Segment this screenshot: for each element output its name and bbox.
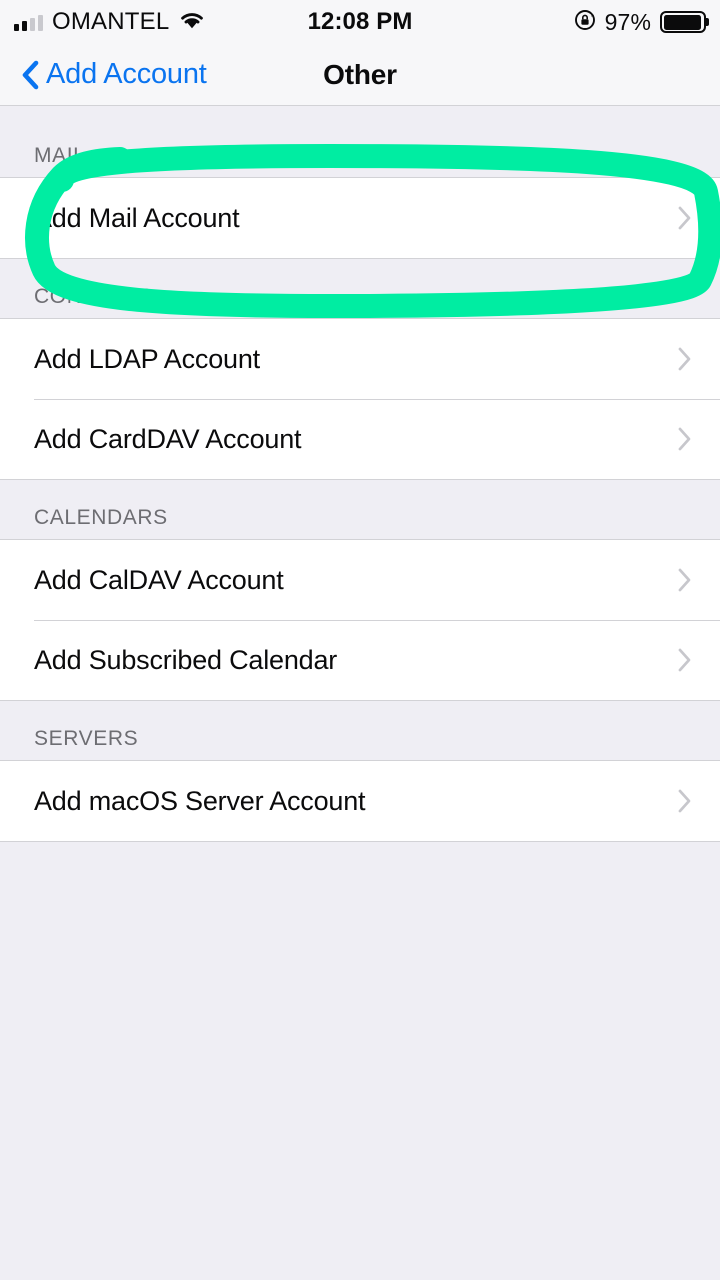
section-group-contacts: Add LDAP Account Add CardDAV Account bbox=[0, 318, 720, 480]
section-header-contacts: CONTACTS bbox=[0, 259, 720, 318]
navigation-bar: Add Account Other bbox=[0, 44, 720, 106]
battery-icon bbox=[660, 11, 709, 33]
section-header-calendars: CALENDARS bbox=[0, 480, 720, 539]
section-group-calendars: Add CalDAV Account Add Subscribed Calend… bbox=[0, 539, 720, 701]
section-group-servers: Add macOS Server Account bbox=[0, 760, 720, 842]
row-label: Add CalDAV Account bbox=[34, 564, 284, 595]
row-add-mail-account[interactable]: Add Mail Account bbox=[0, 178, 720, 258]
row-label: Add CardDAV Account bbox=[34, 423, 302, 454]
status-bar: OMANTEL 12:08 PM 97% bbox=[0, 0, 720, 44]
rotation-lock-icon bbox=[574, 9, 596, 36]
chevron-right-icon bbox=[677, 646, 694, 674]
row-add-macos-server-account[interactable]: Add macOS Server Account bbox=[0, 761, 720, 841]
status-bar-right: 97% bbox=[574, 0, 709, 44]
chevron-right-icon bbox=[677, 787, 694, 815]
section-header-servers: SERVERS bbox=[0, 701, 720, 760]
row-label: Add LDAP Account bbox=[34, 343, 260, 374]
row-label: Add macOS Server Account bbox=[34, 785, 366, 816]
row-label: Add Mail Account bbox=[34, 202, 240, 233]
section-group-mail: Add Mail Account bbox=[0, 177, 720, 259]
row-add-caldav-account[interactable]: Add CalDAV Account bbox=[0, 540, 720, 620]
row-add-subscribed-calendar[interactable]: Add Subscribed Calendar bbox=[0, 620, 720, 700]
chevron-right-icon bbox=[677, 345, 694, 373]
row-add-ldap-account[interactable]: Add LDAP Account bbox=[0, 319, 720, 399]
row-add-carddav-account[interactable]: Add CardDAV Account bbox=[0, 399, 720, 479]
chevron-right-icon bbox=[677, 204, 694, 232]
iphone-settings-screen: OMANTEL 12:08 PM 97% Add Account Other M… bbox=[0, 0, 720, 1280]
row-label: Add Subscribed Calendar bbox=[34, 644, 338, 675]
clock-label: 12:08 PM bbox=[307, 8, 413, 35]
table-footer-spacer bbox=[0, 842, 720, 1182]
chevron-right-icon bbox=[677, 425, 694, 453]
section-header-mail: MAIL bbox=[0, 106, 720, 177]
chevron-right-icon bbox=[677, 566, 694, 594]
page-title: Other bbox=[323, 58, 397, 90]
battery-percent-label: 97% bbox=[604, 8, 651, 35]
settings-table: MAIL Add Mail Account CONTACTS Add LDAP … bbox=[0, 106, 720, 1182]
